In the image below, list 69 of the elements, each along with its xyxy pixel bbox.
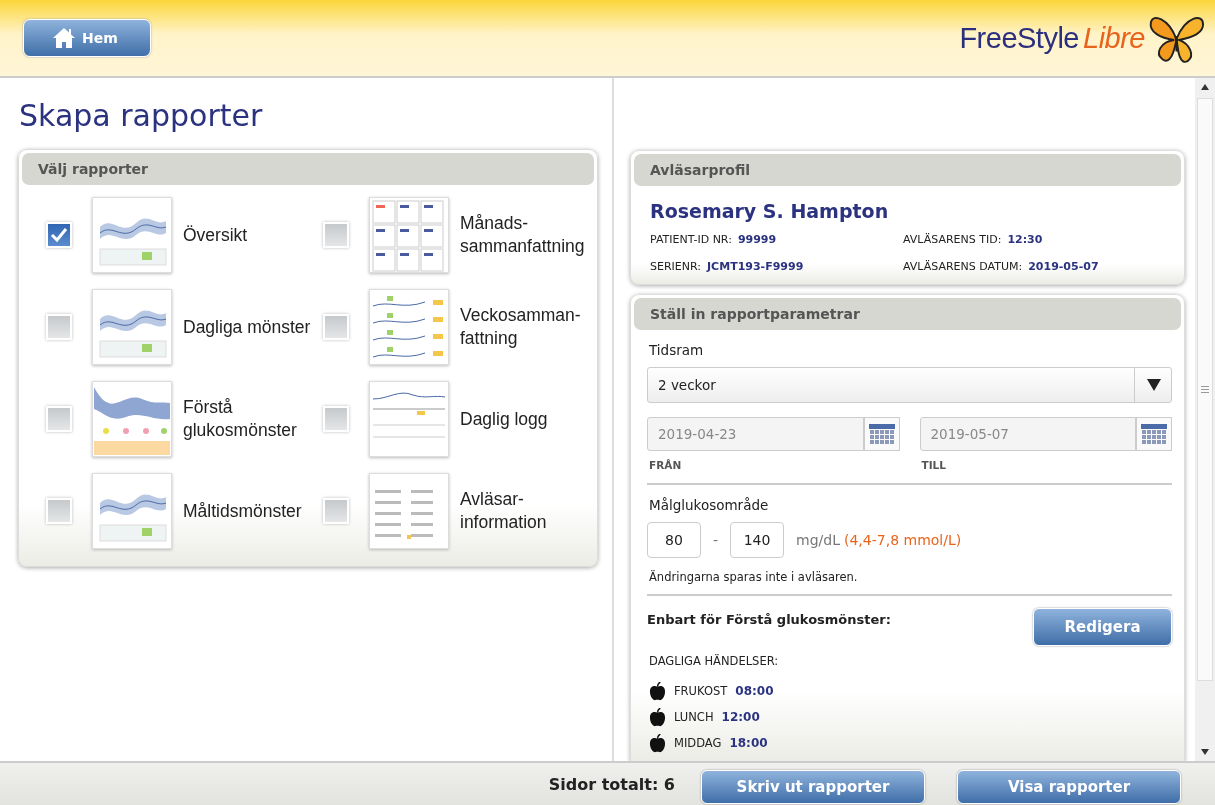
home-button[interactable]: Hem [23, 19, 151, 57]
check-icon [49, 225, 69, 245]
checkbox[interactable] [46, 314, 72, 340]
logo-text: FreeStyle Libre [959, 21, 1145, 55]
checkbox[interactable] [323, 314, 349, 340]
event-name: MIDDAG [674, 736, 722, 750]
checkbox[interactable] [46, 406, 72, 432]
field-value: JCMT193-F9999 [707, 260, 804, 273]
card-header: Välj rapporter [22, 153, 594, 185]
event-name: FRUKOST [674, 684, 728, 698]
checkbox[interactable] [323, 498, 349, 524]
checkbox[interactable] [46, 222, 72, 248]
apple-icon [649, 707, 666, 727]
checkbox[interactable] [323, 222, 349, 248]
checkbox[interactable] [323, 406, 349, 432]
date-label: FRÅN [649, 459, 682, 471]
apple-icon [649, 681, 666, 701]
report-label: Översikt [183, 223, 249, 247]
event-time: 12:00 [721, 710, 760, 724]
print-button[interactable]: Skriv ut rapporter [701, 770, 925, 804]
scroll-up-icon[interactable] [1201, 84, 1209, 90]
unit-label: mg/dL [796, 532, 840, 548]
calendar-button[interactable] [863, 417, 900, 451]
field-label: SERIENR: [650, 260, 701, 273]
grip-icon [1201, 386, 1209, 393]
target-range-label: Målglukosområde [649, 497, 770, 513]
scrollbar[interactable] [1195, 78, 1215, 761]
report-label: Avläsar-information [460, 488, 548, 534]
report-label: Veckosamman-fattning [460, 304, 582, 350]
calendar-icon [868, 424, 895, 444]
calendar-icon [1141, 424, 1167, 444]
field-label: PATIENT-ID NR: [650, 233, 732, 246]
patient-name: Rosemary S. Hampton [649, 199, 890, 224]
report-label: Måltidsmönster [183, 499, 303, 523]
timeframe-dropdown[interactable]: 2 veckor [647, 367, 1172, 403]
high-input[interactable]: 140 [730, 522, 785, 558]
report-label: Dagliga mönster [183, 315, 312, 339]
field-label: AVLÄSARENS TID: [903, 233, 1002, 246]
report-label: Förstå glukosmönster [183, 396, 298, 442]
apple-icon [649, 733, 666, 753]
calendar-button[interactable] [1136, 417, 1172, 451]
dropdown-arrow-icon [1134, 368, 1161, 402]
section-title: Enbart för Förstå glukosmönster: [647, 612, 891, 627]
event-time: 18:00 [729, 736, 768, 750]
note-text: Ändringarna sparas inte i avläsaren. [649, 570, 859, 584]
field-value: 12:30 [1007, 233, 1043, 246]
view-button[interactable]: Visa rapporter [957, 770, 1181, 804]
scroll-thumb[interactable] [1197, 98, 1213, 681]
date-label: TILL [921, 459, 946, 471]
card-header: Ställ in rapportparametrar [634, 298, 1181, 330]
home-icon [52, 27, 76, 49]
report-label: Månads-sammanfattning [460, 212, 586, 258]
card-header: Avläsarprofil [634, 154, 1181, 186]
page-count: Sidor totalt: 6 [548, 774, 675, 794]
report-label: Daglig logg [460, 407, 549, 431]
event-time: 08:00 [735, 684, 774, 698]
events-label: DAGLIGA HÄNDELSER: [649, 654, 780, 668]
mmol-range: (4,4-7,8 mmol/L) [844, 532, 962, 548]
field-label: AVLÄSARENS DATUM: [903, 260, 1023, 273]
field-value: 99999 [737, 233, 777, 246]
scroll-down-icon[interactable] [1201, 749, 1209, 755]
timeframe-label: Tidsram [649, 342, 705, 358]
low-input[interactable]: 80 [647, 522, 701, 558]
edit-button[interactable]: Redigera [1033, 608, 1172, 646]
field-value: 2019-05-07 [1028, 260, 1099, 273]
range-separator: - [713, 532, 719, 548]
event-name: LUNCH [674, 710, 714, 724]
checkbox[interactable] [46, 498, 72, 524]
page-title: Skapa rapporter [19, 98, 264, 133]
